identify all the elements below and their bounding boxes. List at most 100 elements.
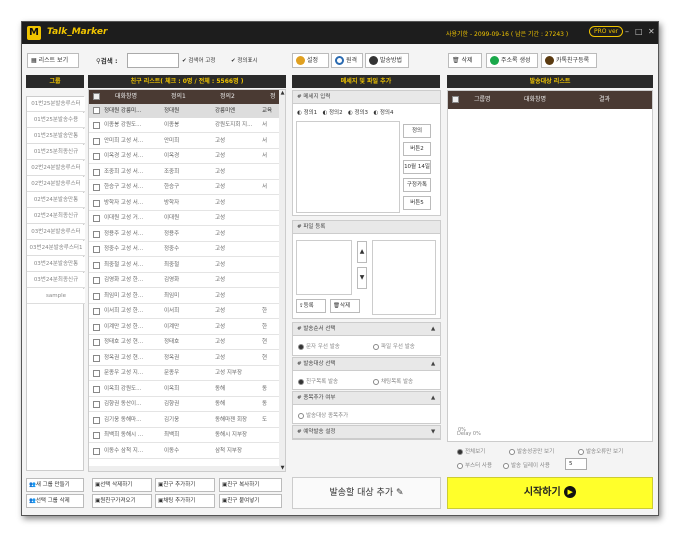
search-input[interactable] — [127, 53, 179, 68]
table-row[interactable]: 이옥경 고성 서... 이옥경 고성 서 — [89, 149, 279, 164]
group-item[interactable]: 01번25분발송만통 — [27, 129, 85, 144]
group-item[interactable]: 02번24분발송루스터 — [27, 177, 85, 192]
group-item[interactable]: 03번24분발송만통 — [27, 257, 85, 272]
def-button-4[interactable]: 구정카톡 — [403, 178, 431, 192]
booster-checkbox[interactable]: 부스터 사용 — [457, 461, 492, 469]
table-row[interactable]: 한승구 고성 서... 한승구 고성 서 — [89, 180, 279, 195]
group-item[interactable]: 03번24분최종신규 — [27, 273, 85, 288]
remote-button[interactable]: 원격 — [331, 53, 363, 68]
tab-def3[interactable]: ◐ 정의3 — [348, 110, 368, 116]
friends-hscrollbar[interactable] — [89, 466, 279, 471]
row-checkbox[interactable] — [93, 432, 100, 439]
row-checkbox[interactable] — [93, 323, 100, 331]
table-row[interactable]: 김기웅 동해마... 김기웅 동해마젠 회장 도 — [89, 412, 279, 428]
collapse-icon[interactable]: ▲ — [431, 323, 435, 336]
row-checkbox[interactable] — [93, 230, 100, 238]
row-checkbox[interactable] — [93, 308, 100, 315]
table-row[interactable]: 정옥권 고성 현... 정옥권 고성 현 — [89, 350, 279, 366]
def-button-2[interactable]: 버튼2 — [403, 142, 431, 156]
row-checkbox[interactable] — [93, 261, 100, 269]
show-definition-checkbox[interactable]: ✔ 정의표시 — [231, 56, 258, 64]
delete-group-button[interactable]: 👥선택 그룹 삭제 — [26, 494, 84, 508]
row-checkbox[interactable] — [93, 401, 100, 408]
row-checkbox[interactable] — [93, 292, 100, 300]
kakao-friends-button[interactable]: 카톡친구등록 — [541, 53, 597, 68]
file-up-button[interactable]: ▲ — [357, 241, 367, 263]
table-row[interactable]: 김영화 고성 한... 김영화 고성 — [89, 273, 279, 288]
list-view-button[interactable]: ▦ 리스트 보기 — [27, 53, 79, 68]
row-checkbox[interactable] — [93, 153, 100, 160]
group-item[interactable]: 03번24분발송루스터1 — [27, 241, 85, 256]
row-checkbox[interactable] — [93, 447, 100, 455]
search-fixed-checkbox[interactable]: ✔ 검색어 고정 — [182, 56, 215, 64]
group-item[interactable]: 03번24분발송루스터 — [27, 225, 85, 240]
row-checkbox[interactable] — [93, 277, 100, 284]
address-book-button[interactable]: 주소록 생성 — [486, 53, 538, 68]
row-checkbox[interactable] — [93, 184, 100, 191]
delay-checkbox[interactable]: 발송 딜레이 사용 — [503, 461, 550, 469]
expand-icon[interactable]: ▼ — [431, 426, 435, 439]
delay-input[interactable]: 5 — [565, 458, 587, 470]
group-item[interactable]: 01번25분최종신규 — [27, 145, 85, 160]
table-row[interactable]: 문종우 고성 지... 문종우 고성 지부장 — [89, 366, 279, 381]
group-item[interactable]: sample — [27, 289, 85, 304]
table-row[interactable]: 정중수 고성 서... 정중수 고성 — [89, 242, 279, 257]
maximize-button[interactable]: □ — [635, 27, 643, 36]
table-row[interactable]: 최임미 고성 한... 최임미 고성 — [89, 288, 279, 304]
add-chat-button[interactable]: ▣채팅 추가하기 — [155, 494, 215, 508]
table-row[interactable]: 이대원 고성 거... 이대원 고성 — [89, 211, 279, 226]
new-group-button[interactable]: 👥새 그룹 만들기 — [26, 478, 84, 492]
copy-friend-button[interactable]: ▣친구 복사하기 — [219, 478, 282, 492]
order-option-file[interactable]: 파일 우선 발송 — [373, 342, 415, 350]
select-all-checkbox[interactable] — [93, 93, 100, 100]
table-row[interactable]: 안미희 고성 서... 안미희 고성 서 — [89, 133, 279, 149]
order-option-text[interactable]: 문자 우선 발송 — [298, 342, 340, 350]
paste-friend-button[interactable]: ▣친구 붙여넣기 — [219, 494, 282, 508]
def-button-5[interactable]: 버튼5 — [403, 196, 431, 210]
target-option-friends[interactable]: 친구목록 발송 — [298, 377, 338, 385]
view-success-option[interactable]: 발송성공만 보기 — [509, 447, 554, 455]
row-checkbox[interactable] — [93, 339, 100, 346]
file-list[interactable] — [296, 240, 352, 295]
table-row[interactable]: 이옥희 강원도... 이옥희 동해 동 — [89, 381, 279, 397]
row-checkbox[interactable] — [93, 385, 100, 393]
file-register-button[interactable]: ⇪등록 — [296, 299, 326, 313]
tab-def2[interactable]: ◐ 정의2 — [322, 110, 342, 116]
tab-def1[interactable]: ◐ 정의1 — [297, 110, 317, 116]
group-item[interactable]: 02번24분최종신규 — [27, 209, 85, 224]
friends-scrollbar[interactable]: ▲ ▼ — [279, 90, 285, 471]
file-down-button[interactable]: ▼ — [357, 267, 367, 289]
table-row[interactable]: 정태호 고성 현... 정태호 고성 현 — [89, 335, 279, 350]
add-friend-button[interactable]: ▣친구 추가하기 — [155, 478, 215, 492]
row-checkbox[interactable] — [93, 416, 100, 424]
table-row[interactable]: 조중희 고성 서... 조중희 고성 — [89, 164, 279, 180]
start-button[interactable]: 시작하기 ▶ — [447, 477, 653, 509]
row-checkbox[interactable] — [93, 122, 100, 129]
table-row[interactable]: 정용주 고성 서... 정용주 고성 — [89, 226, 279, 242]
close-button[interactable]: ✕ — [648, 27, 655, 36]
table-row[interactable]: 최중철 고성 서... 최중철 고성 — [89, 257, 279, 273]
scroll-down-arrow[interactable]: ▼ — [279, 465, 285, 471]
def-button-1[interactable]: 정의 — [403, 124, 431, 138]
file-delete-button[interactable]: 🗑삭제 — [330, 299, 360, 313]
row-checkbox[interactable] — [93, 246, 100, 253]
group-item[interactable]: 02번24분발송만통 — [27, 193, 85, 208]
table-row[interactable]: 김향권 동산이... 김향권 동해 동 — [89, 397, 279, 412]
friend-add-option[interactable]: 발송대상 종목추가 — [298, 411, 348, 419]
settings-button[interactable]: 설정 — [292, 53, 329, 68]
minimize-button[interactable]: – — [625, 27, 629, 36]
table-row[interactable]: 이동수 삼척 지... 이동수 삼척 지부장 — [89, 443, 279, 459]
row-checkbox[interactable] — [93, 168, 100, 176]
collapse-icon[interactable]: ▲ — [431, 358, 435, 371]
row-checkbox[interactable] — [93, 370, 100, 377]
group-item[interactable]: 01번25분발송수용 — [27, 113, 85, 128]
tab-def4[interactable]: ◐ 정의4 — [373, 110, 393, 116]
message-textarea[interactable] — [296, 121, 400, 213]
scroll-up-arrow[interactable]: ▲ — [279, 90, 285, 96]
import-friends-button[interactable]: ▣원친구가져오기 — [92, 494, 152, 508]
group-item[interactable]: 01번25분발송루스터 — [27, 97, 85, 112]
table-row[interactable]: 최백희 동해시 ... 최백희 동해시 지부장 — [89, 428, 279, 443]
view-all-option[interactable]: 전체보기 — [457, 447, 485, 455]
table-row[interactable]: 이서희 고성 한... 이서희 고성 한 — [89, 304, 279, 319]
row-checkbox[interactable] — [93, 354, 100, 362]
